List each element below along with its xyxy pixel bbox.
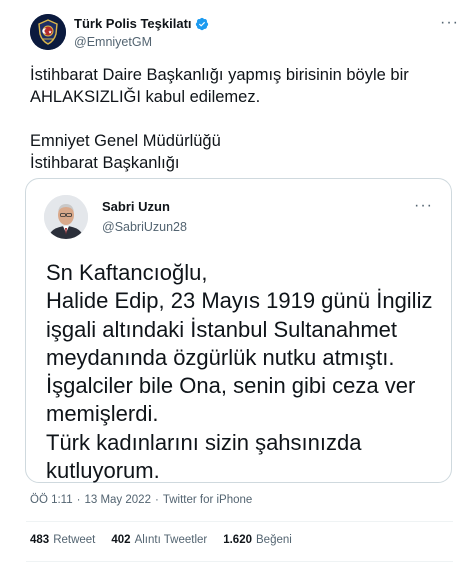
police-badge-icon: [30, 14, 66, 50]
likes-label: Beğeni: [256, 534, 292, 546]
tweet-time[interactable]: ÖÖ 1:11: [30, 494, 73, 506]
engagement-stats: 483 Retweet 402 Alıntı Tweetler 1.620 Be…: [30, 534, 292, 546]
retweets-stat[interactable]: 483 Retweet: [30, 534, 95, 546]
retweets-count: 483: [30, 534, 50, 546]
tweet-source[interactable]: Twitter for iPhone: [163, 494, 252, 506]
more-options-icon[interactable]: ···: [440, 14, 459, 32]
quoted-more-options-icon[interactable]: ···: [414, 197, 433, 215]
quoted-author-name[interactable]: Sabri Uzun: [102, 199, 187, 214]
quotes-count: 402: [111, 534, 131, 546]
quoted-tweet-text: Sn Kaftancıoğlu, Halide Edip, 23 Mayıs 1…: [46, 260, 433, 484]
author-handle[interactable]: @EmniyetGM: [74, 35, 209, 49]
likes-stat[interactable]: 1.620 Beğeni: [223, 534, 292, 546]
quoted-tweet-card[interactable]: Sabri Uzun @SabriUzun28 ··· Sn Kaftancıo…: [25, 178, 452, 483]
quoted-author-handle[interactable]: @SabriUzun28: [102, 220, 187, 234]
verified-badge-icon: [195, 17, 208, 30]
police-badge-avatar[interactable]: [30, 14, 66, 50]
tweet: Türk Polis Teşkilatı @EmniyetGM ··· İsti…: [0, 0, 471, 569]
tweet-author: Türk Polis Teşkilatı @EmniyetGM: [74, 16, 209, 49]
divider: [26, 561, 453, 562]
retweets-label: Retweet: [53, 534, 96, 546]
meta-separator: ·: [154, 494, 159, 506]
person-photo-icon: [44, 195, 88, 239]
quoted-author: Sabri Uzun @SabriUzun28: [102, 199, 187, 234]
quoted-author-avatar[interactable]: [44, 195, 88, 239]
tweet-date[interactable]: 13 May 2022: [84, 494, 151, 506]
quotes-label: Alıntı Tweetler: [134, 534, 208, 546]
meta-separator: ·: [76, 494, 81, 506]
quote-tweets-stat[interactable]: 402 Alıntı Tweetler: [111, 534, 207, 546]
likes-count: 1.620: [223, 534, 252, 546]
tweet-metadata: ÖÖ 1:11 · 13 May 2022 · Twitter for iPho…: [30, 494, 252, 506]
tweet-text: İstihbarat Daire Başkanlığı yapmış biris…: [30, 66, 409, 172]
author-name[interactable]: Türk Polis Teşkilatı: [74, 16, 192, 31]
divider: [26, 521, 453, 522]
